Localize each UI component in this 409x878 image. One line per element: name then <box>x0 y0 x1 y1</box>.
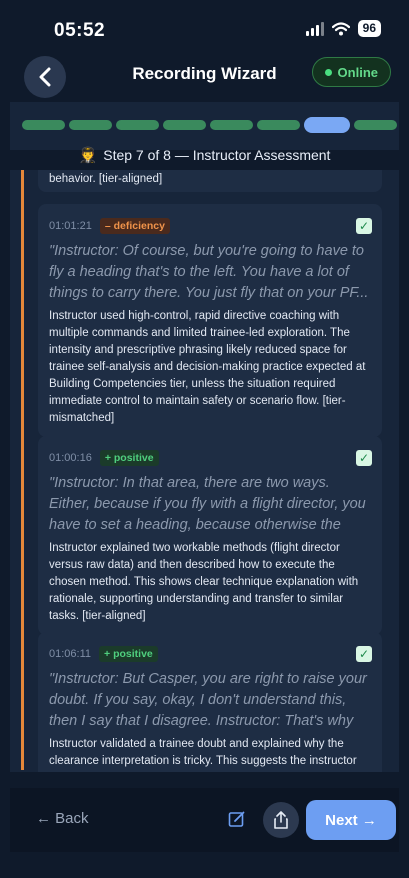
assessment-note: Instructor validated a trainee doubt and… <box>49 738 357 767</box>
timestamp: 01:06:11 <box>49 648 92 660</box>
include-checkbox[interactable]: ✓ <box>356 218 372 234</box>
step-label: Step 7 of 8 — Instructor Assessment <box>103 147 331 163</box>
quote-text: "Instructor: In that area, there are two… <box>49 475 366 533</box>
instructor-emoji-icon: 🧑‍✈️ <box>78 147 98 164</box>
step-progress <box>22 117 397 133</box>
include-checkbox[interactable]: ✓ <box>356 450 372 466</box>
progress-segment <box>69 120 112 130</box>
previous-item-fragment: behavior. [tier-aligned] <box>38 170 382 192</box>
online-status-badge: Online <box>311 57 391 87</box>
positive-tag: + positive <box>99 646 158 662</box>
assessment-list[interactable]: behavior. [tier-aligned] 01:01:21 – defi… <box>10 170 399 772</box>
footer-bar: ← Back Next → <box>10 788 399 852</box>
online-dot-icon <box>324 68 332 76</box>
assessment-note: Instructor explained two workable method… <box>49 542 359 622</box>
timestamp: 01:01:21 <box>49 220 92 232</box>
edit-icon[interactable] <box>228 810 246 828</box>
status-icons: 96 <box>305 20 381 37</box>
status-bar: 05:52 96 <box>0 0 409 46</box>
progress-segment <box>210 120 253 130</box>
include-checkbox[interactable]: ✓ <box>356 646 372 662</box>
step-heading: 🧑‍✈️ Step 7 of 8 — Instructor Assessment <box>0 140 409 170</box>
progress-segment <box>257 120 300 130</box>
progress-segment <box>354 120 397 130</box>
share-icon <box>274 811 288 829</box>
wifi-icon <box>331 21 350 35</box>
positive-tag: + positive <box>99 450 159 466</box>
progress-segment <box>116 120 159 130</box>
status-time: 05:52 <box>54 20 106 41</box>
battery-icon: 96 <box>357 20 381 37</box>
back-button[interactable]: ← Back <box>36 810 89 827</box>
assessment-card[interactable]: 01:01:21 – deficiency ✓ "Instructor: Of … <box>38 204 382 437</box>
quote-text: "Instructor: But Casper, you are right t… <box>49 671 367 729</box>
progress-segment <box>22 120 65 130</box>
progress-segment <box>163 120 206 130</box>
assessment-note: Instructor used high-control, rapid dire… <box>49 310 366 424</box>
assessment-card[interactable]: 01:06:11 + positive ✓ "Instructor: But C… <box>38 632 382 772</box>
quote-text: "Instructor: Of course, but you're going… <box>49 243 369 301</box>
share-button[interactable] <box>263 802 299 838</box>
progress-segment-current <box>304 117 350 133</box>
next-button[interactable]: Next → <box>306 800 396 840</box>
timestamp: 01:00:16 <box>49 452 92 464</box>
timeline-line <box>21 170 24 770</box>
deficiency-tag: – deficiency <box>99 218 170 234</box>
assessment-card[interactable]: 01:00:16 + positive ✓ "Instructor: In th… <box>38 436 382 635</box>
online-label: Online <box>337 64 378 80</box>
signal-icon <box>305 21 324 36</box>
header: Recording Wizard Online <box>0 46 409 102</box>
